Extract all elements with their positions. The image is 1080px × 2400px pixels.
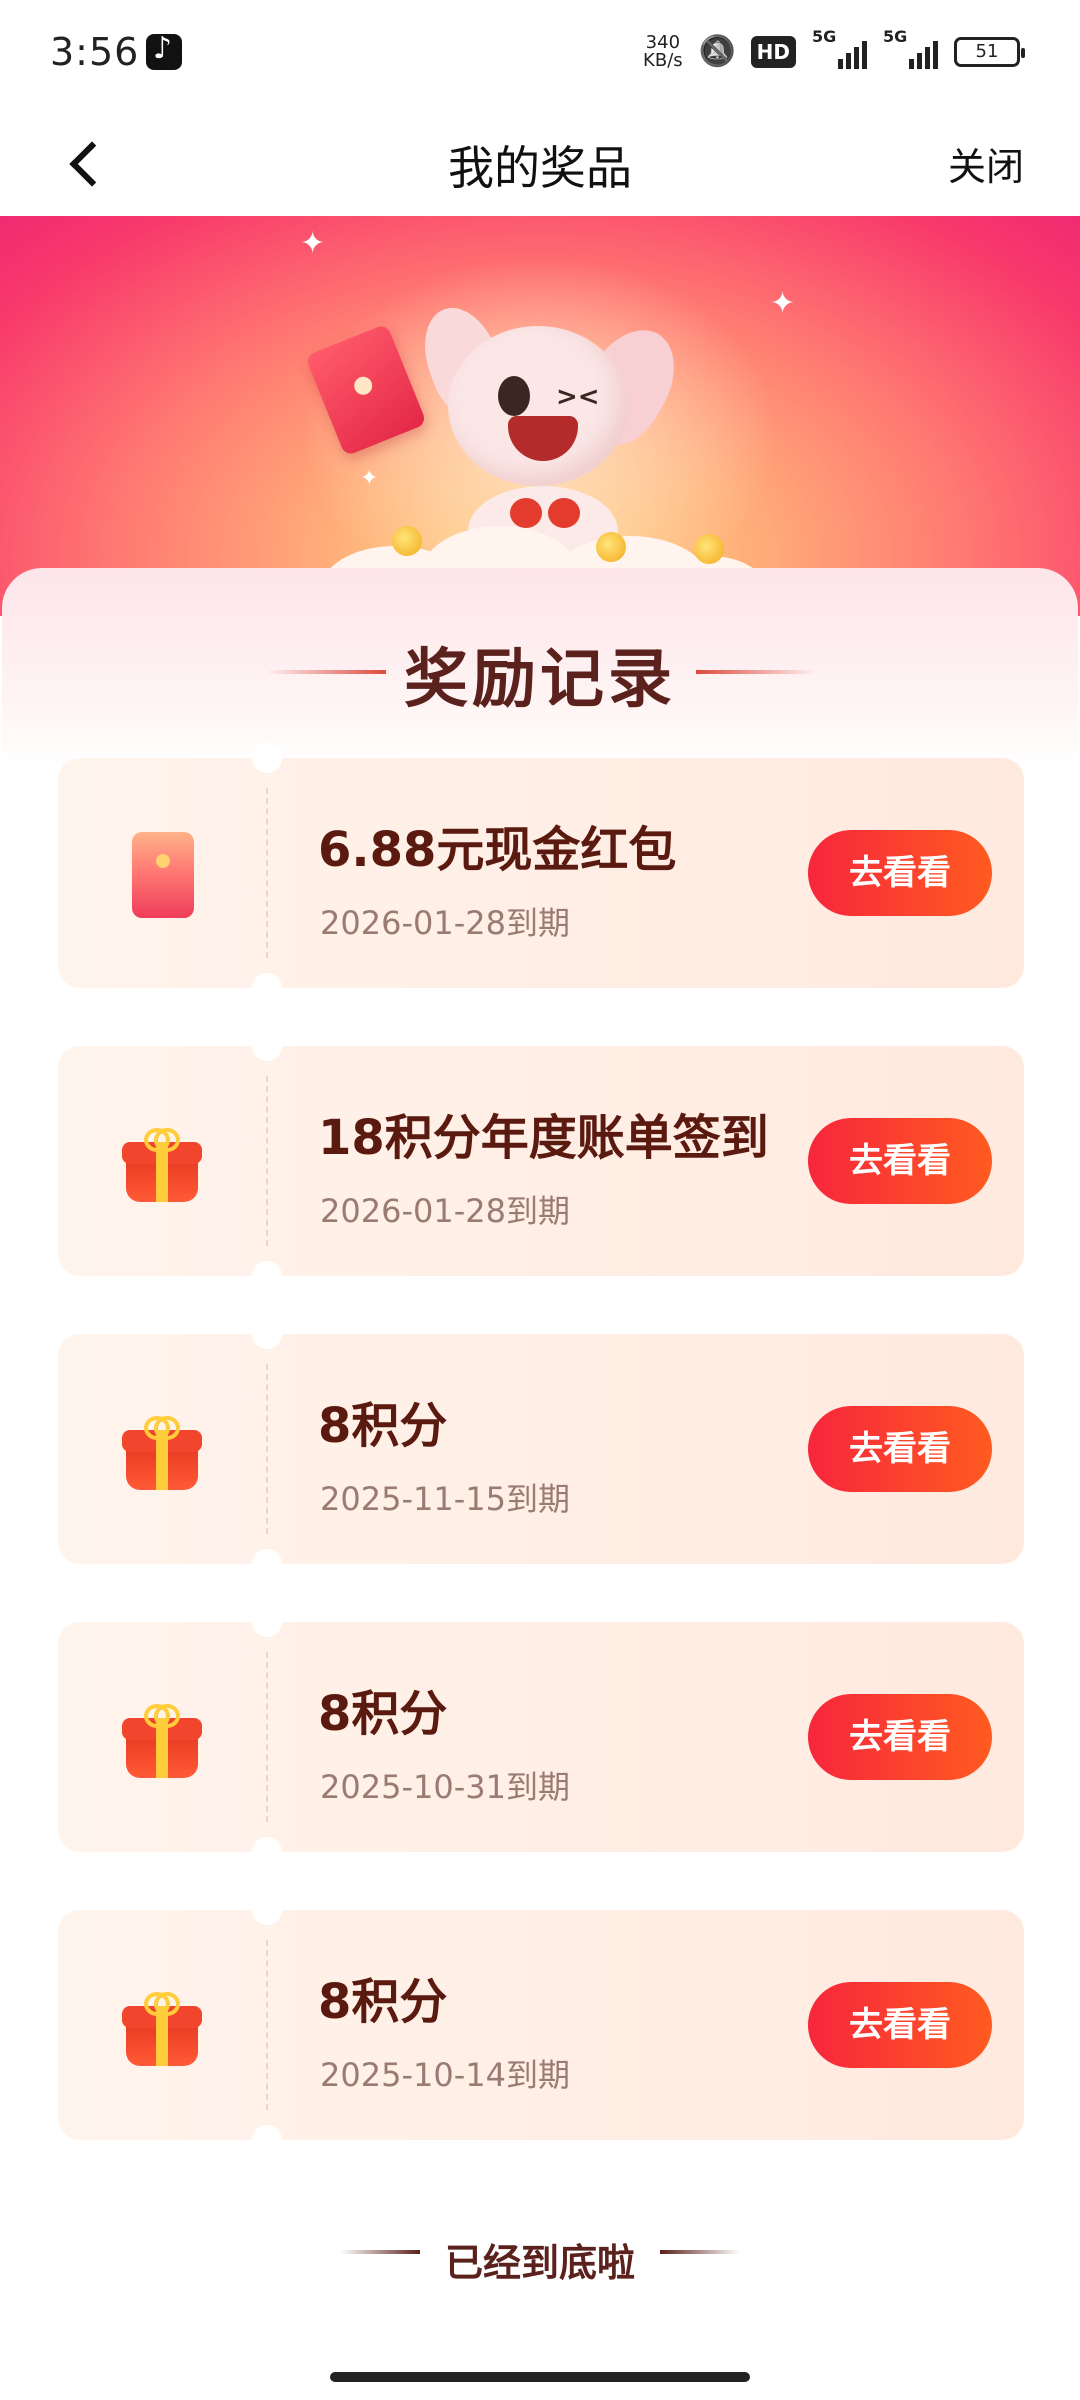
battery-icon: 51 — [954, 37, 1025, 67]
coin-icon — [392, 526, 422, 556]
reward-title: 8积分 — [318, 1974, 448, 2030]
rewards-sheet: 奖励记录 6.88元现金红包 2026-01-28到期 去看看 18积分年度账单… — [2, 568, 1078, 2400]
red-packet-icon — [110, 820, 214, 924]
reward-expiry: 2025-10-31到期 — [320, 1768, 570, 1806]
status-time: 3:56 — [50, 30, 140, 74]
hero-banner: ✦ ✦ ✦ >< — [0, 216, 1080, 636]
signal-icon-2: 5G — [883, 27, 938, 69]
reward-card: 18积分年度账单签到 2026-01-28到期 去看看 — [58, 1031, 1024, 1291]
sparkle-icon: ✦ — [300, 226, 326, 261]
signal-2-label: 5G — [883, 27, 908, 46]
home-indicator[interactable] — [330, 2372, 750, 2382]
nav-bar: 我的奖品 关闭 — [0, 108, 1080, 216]
reward-title: 8积分 — [318, 1398, 448, 1454]
reward-expiry: 2026-01-28到期 — [320, 904, 570, 942]
reward-expiry: 2025-10-14到期 — [320, 2056, 570, 2094]
view-reward-button[interactable]: 去看看 — [808, 1982, 992, 2068]
tiktok-notification-icon — [146, 31, 182, 70]
reward-card: 6.88元现金红包 2026-01-28到期 去看看 — [58, 743, 1024, 1003]
sparkle-icon: ✦ — [770, 286, 796, 321]
network-speed-unit: KB/s — [643, 50, 683, 71]
gift-box-icon — [110, 1972, 214, 2076]
gift-box-icon — [110, 1108, 214, 1212]
gift-box-icon — [110, 1396, 214, 1500]
close-button[interactable]: 关闭 — [948, 136, 1024, 191]
end-note-text: 已经到底啦 — [444, 2241, 635, 2285]
coin-icon — [596, 532, 626, 562]
view-reward-button[interactable]: 去看看 — [808, 830, 992, 916]
view-reward-button[interactable]: 去看看 — [808, 1406, 992, 1492]
reward-expiry: 2026-01-28到期 — [320, 1192, 570, 1230]
signal-1-label: 5G — [812, 27, 837, 46]
reward-list: 6.88元现金红包 2026-01-28到期 去看看 18积分年度账单签到 20… — [58, 743, 1024, 2198]
reward-title: 6.88元现金红包 — [318, 822, 677, 878]
gift-box-icon — [110, 1684, 214, 1788]
reward-title: 18积分年度账单签到 — [318, 1110, 769, 1166]
mascot-dog-icon: >< — [411, 297, 693, 576]
coin-icon — [694, 534, 724, 564]
reward-expiry: 2025-11-15到期 — [320, 1480, 570, 1518]
page-title: 我的奖品 — [448, 141, 632, 195]
network-speed: 340 KB/s — [643, 34, 683, 70]
reward-card: 8积分 2025-10-14到期 去看看 — [58, 1895, 1024, 2155]
view-reward-button[interactable]: 去看看 — [808, 1118, 992, 1204]
mute-bell-icon — [699, 34, 735, 70]
section-title: 奖励记录 — [404, 643, 676, 717]
status-icons: 340 KB/s HD 5G 5G 51 — [643, 27, 1025, 74]
signal-icon-1: 5G — [812, 27, 867, 69]
reward-card: 8积分 2025-11-15到期 去看看 — [58, 1319, 1024, 1579]
hd-badge: HD — [750, 36, 796, 68]
view-reward-button[interactable]: 去看看 — [808, 1694, 992, 1780]
reward-card: 8积分 2025-10-31到期 去看看 — [58, 1607, 1024, 1867]
sparkle-icon: ✦ — [360, 466, 379, 491]
status-bar: 3:56 340 KB/s HD 5G 5G 51 — [0, 0, 1080, 108]
list-end-note: 已经到底啦 — [0, 2232, 1080, 2287]
reward-title: 8积分 — [318, 1686, 448, 1742]
page: 3:56 340 KB/s HD 5G 5G 51 — [0, 0, 1080, 2400]
